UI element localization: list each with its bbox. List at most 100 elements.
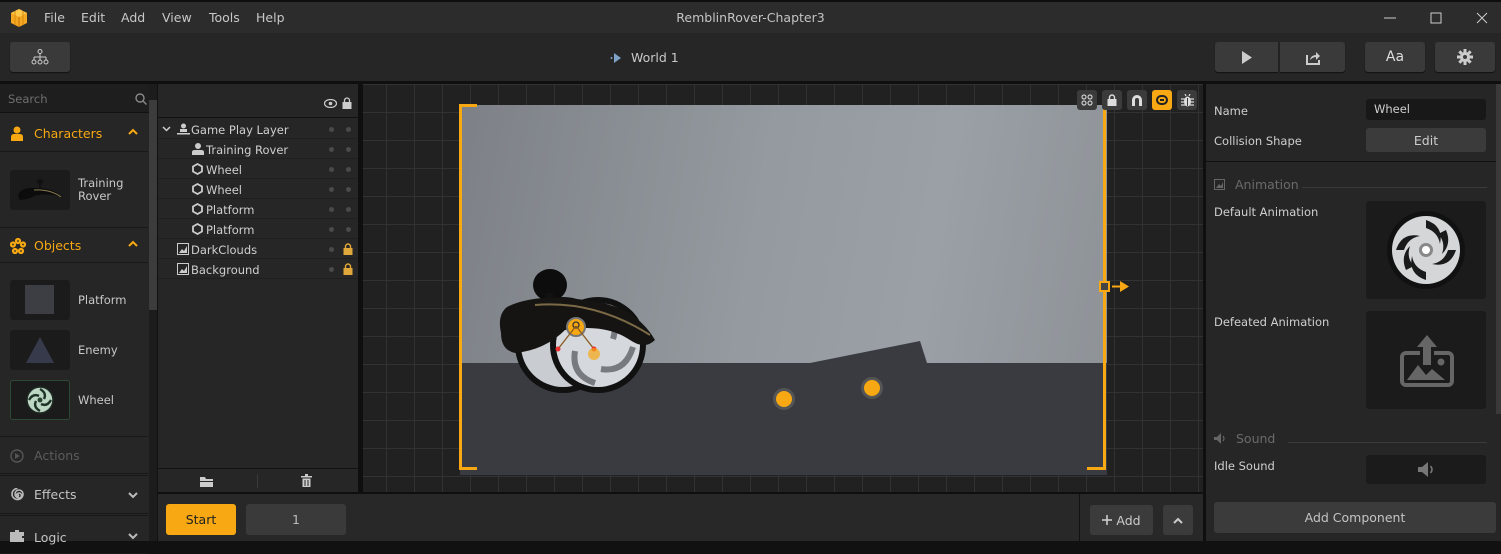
- group-tool-button[interactable]: [1077, 90, 1097, 110]
- asset-thumb-wheel[interactable]: [10, 380, 70, 420]
- menu-file[interactable]: File: [44, 10, 65, 25]
- title-bar: File Edit Add View Tools Help RemblinRov…: [0, 0, 1501, 33]
- folder-icon[interactable]: [200, 476, 213, 487]
- lock-tool-button[interactable]: [1102, 90, 1122, 110]
- font-button[interactable]: Aa: [1365, 42, 1425, 72]
- name-input[interactable]: Wheel: [1366, 99, 1486, 120]
- chevron-up-icon: [1173, 517, 1183, 524]
- lock-toggle[interactable]: [346, 207, 351, 212]
- menu-view[interactable]: View: [162, 10, 192, 25]
- section-objects[interactable]: Objects: [0, 227, 148, 263]
- settings-button[interactable]: [1435, 42, 1495, 72]
- link-tool-button[interactable]: [1152, 90, 1172, 110]
- idle-sound-slot[interactable]: [1366, 455, 1486, 484]
- chevron-up-icon: [128, 128, 138, 135]
- hierarchy-row[interactable]: Platform: [158, 199, 358, 219]
- asset-thumb-training-rover[interactable]: [10, 170, 70, 210]
- rover-thumbnail-icon: [18, 179, 62, 200]
- maximize-button[interactable]: [1421, 6, 1451, 30]
- expand-button[interactable]: [1163, 505, 1193, 535]
- scene-tree-button[interactable]: [10, 42, 70, 72]
- hierarchy-row[interactable]: Wheel: [158, 159, 358, 179]
- visibility-toggle[interactable]: [329, 147, 334, 152]
- scrollbar-thumb[interactable]: [149, 100, 157, 310]
- chevron-down-icon[interactable]: [162, 126, 171, 132]
- world-viewport[interactable]: [460, 105, 1107, 475]
- speaker-icon: [1418, 462, 1433, 477]
- asset-thumb-platform[interactable]: [10, 280, 70, 320]
- visibility-toggle[interactable]: [329, 267, 334, 272]
- lock-icon[interactable]: [343, 243, 353, 255]
- default-animation-slot[interactable]: [1366, 201, 1486, 299]
- visibility-toggle[interactable]: [329, 187, 334, 192]
- add-button[interactable]: Add: [1090, 505, 1153, 535]
- speaker-icon: [1214, 433, 1225, 444]
- pickup-coin[interactable]: [861, 377, 883, 399]
- pickup-coin[interactable]: [773, 388, 795, 410]
- hierarchy-row[interactable]: Platform: [158, 219, 358, 239]
- left-panel-scrollbar[interactable]: [149, 84, 157, 541]
- wheel-thumbnail-icon: [26, 386, 54, 414]
- hierarchy-row[interactable]: DarkClouds: [158, 239, 358, 259]
- asset-thumb-enemy[interactable]: [10, 330, 70, 370]
- asset-library-panel: Characters TrainingRover Objects Platfor…: [0, 84, 150, 554]
- world-breadcrumb[interactable]: World 1: [610, 50, 679, 65]
- visibility-toggle[interactable]: [329, 167, 334, 172]
- section-logic[interactable]: Logic: [0, 515, 148, 554]
- play-button[interactable]: [1215, 42, 1278, 72]
- arrow-right-icon[interactable]: [1112, 281, 1130, 292]
- scene-canvas[interactable]: [363, 84, 1203, 492]
- menu-add[interactable]: Add: [121, 10, 145, 25]
- minimize-button[interactable]: [1375, 6, 1405, 30]
- name-label: Name: [1214, 104, 1248, 118]
- person-icon: [11, 126, 23, 141]
- section-label: Effects: [34, 487, 77, 502]
- visibility-toggle[interactable]: [329, 247, 334, 252]
- hierarchy-label: Game Play Layer: [191, 123, 289, 137]
- hierarchy-row[interactable]: Training Rover: [158, 139, 358, 159]
- resize-handle[interactable]: [1099, 281, 1110, 292]
- hierarchy-row[interactable]: Background: [158, 259, 358, 279]
- eye-icon[interactable]: [324, 99, 337, 108]
- spiral-icon: [11, 488, 24, 501]
- close-button[interactable]: [1467, 6, 1497, 30]
- add-component-button[interactable]: Add Component: [1214, 502, 1496, 533]
- lock-toggle[interactable]: [346, 147, 351, 152]
- section-characters[interactable]: Characters: [0, 116, 148, 152]
- add-label: Add: [1116, 512, 1141, 528]
- menu-edit[interactable]: Edit: [81, 10, 105, 25]
- section-label: Objects: [34, 237, 82, 253]
- lock-icon[interactable]: [343, 263, 353, 275]
- debug-tool-button[interactable]: [1177, 90, 1197, 110]
- start-button[interactable]: Start: [166, 504, 236, 535]
- search-input[interactable]: [0, 84, 130, 113]
- training-rover-sprite[interactable]: [495, 255, 670, 400]
- hexagon-icon: [192, 182, 203, 198]
- menu-tools[interactable]: Tools: [209, 10, 240, 25]
- section-effects[interactable]: Effects: [0, 475, 148, 514]
- edit-collision-button[interactable]: Edit: [1366, 128, 1486, 152]
- lock-toggle[interactable]: [346, 187, 351, 192]
- export-button[interactable]: [1280, 42, 1345, 72]
- properties-scrollbar[interactable]: [1496, 84, 1501, 414]
- hierarchy-row[interactable]: Game Play Layer: [158, 119, 358, 139]
- defeated-animation-slot[interactable]: [1366, 311, 1486, 409]
- hierarchy-label: Background: [191, 263, 260, 277]
- timeline-bar: Start 1 Add: [158, 492, 1203, 543]
- section-actions[interactable]: Actions: [0, 436, 148, 474]
- snap-tool-button[interactable]: [1127, 90, 1147, 110]
- visibility-toggle[interactable]: [329, 207, 334, 212]
- lock-toggle[interactable]: [346, 227, 351, 232]
- hierarchy-row[interactable]: Wheel: [158, 179, 358, 199]
- menu-help[interactable]: Help: [256, 10, 285, 25]
- search-icon[interactable]: [135, 93, 147, 105]
- lock-toggle[interactable]: [346, 127, 351, 132]
- trash-icon[interactable]: [301, 474, 312, 487]
- lock-toggle[interactable]: [346, 167, 351, 172]
- frame-field[interactable]: 1: [246, 504, 346, 535]
- visibility-toggle[interactable]: [329, 227, 334, 232]
- visibility-toggle[interactable]: [329, 127, 334, 132]
- section-label: Characters: [34, 126, 103, 141]
- lock-icon[interactable]: [342, 97, 352, 109]
- properties-panel: Name Wheel Collision Shape Edit Animatio…: [1206, 84, 1501, 541]
